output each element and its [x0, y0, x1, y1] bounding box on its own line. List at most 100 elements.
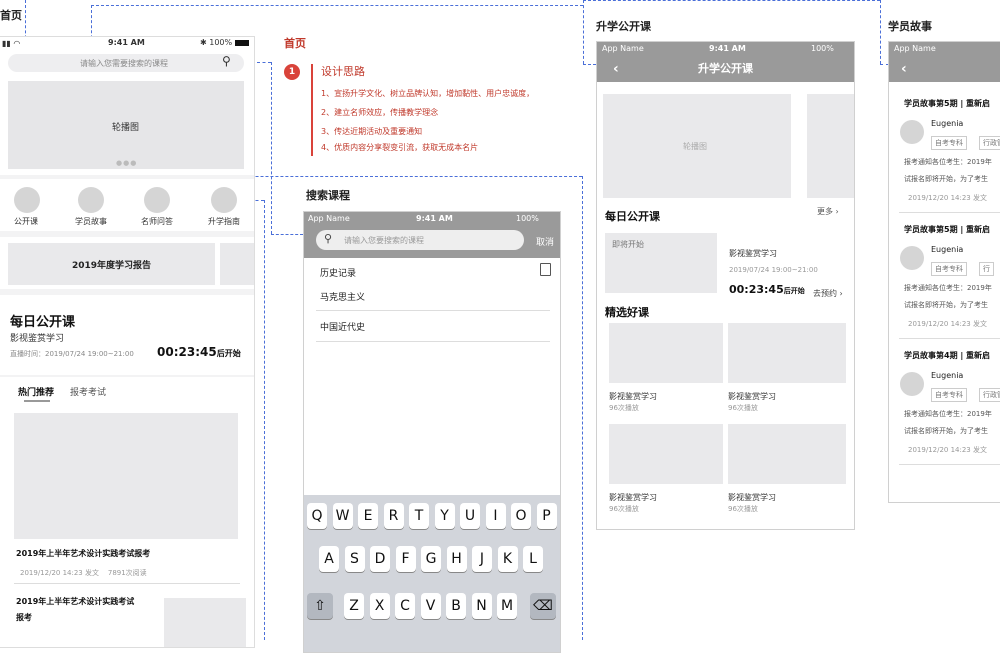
- backspace-key[interactable]: ⌫: [530, 593, 556, 619]
- nav-label[interactable]: 学员故事: [75, 216, 107, 227]
- back-icon[interactable]: ‹: [613, 56, 619, 82]
- story-meta: 2019/12/20 14:23 发文: [908, 446, 987, 454]
- author-name: Eugenia: [931, 245, 964, 254]
- key-n[interactable]: N: [471, 593, 492, 619]
- status-time: 9:41 AM: [108, 38, 145, 47]
- banner-label: 轮播图: [112, 123, 140, 133]
- tab-exam[interactable]: 报考考试: [70, 385, 106, 398]
- stories-screen: App Name ‹ 学员故事第5期 | 重新启 Eugenia 自考专科 行政…: [888, 41, 1000, 503]
- key-q[interactable]: Q: [307, 503, 327, 529]
- course-card-title[interactable]: 影视鉴赏学习: [609, 492, 657, 503]
- key-o[interactable]: O: [511, 503, 531, 529]
- report-card-next[interactable]: [220, 243, 254, 285]
- key-x[interactable]: X: [369, 593, 390, 619]
- nav-icon-qa[interactable]: [144, 187, 170, 213]
- banner-carousel[interactable]: 轮播图 ●●●: [8, 81, 244, 169]
- report-card[interactable]: 2019年度学习报告: [8, 243, 215, 285]
- key-a[interactable]: A: [319, 546, 339, 572]
- chevron-right-icon: ›: [835, 207, 839, 216]
- search-icon[interactable]: ⚲: [222, 54, 231, 68]
- nav-label[interactable]: 名师问答: [141, 216, 173, 227]
- search-input[interactable]: ⚲ 请输入您要搜索的课程: [316, 230, 524, 250]
- key-v[interactable]: V: [420, 593, 441, 619]
- story-post[interactable]: 学员故事第5期 | 重新启 Eugenia 自考专科 行 报考通知各位考生：20…: [889, 222, 1000, 342]
- frame-title-public-course: 升学公开课: [596, 20, 651, 33]
- story-title[interactable]: 学员故事第4期 | 重新启: [904, 350, 990, 361]
- key-f[interactable]: F: [395, 546, 416, 572]
- keyboard-row-2: ASDFGHJKL: [304, 546, 560, 576]
- key-g[interactable]: G: [421, 546, 441, 572]
- divider: [899, 212, 1000, 213]
- story-post[interactable]: 学员故事第4期 | 重新启 Eugenia 自考专科 行政管 报考通知各位考生：…: [889, 348, 1000, 468]
- search-bar[interactable]: 请输入您需要搜索的课程 ⚲: [8, 54, 244, 72]
- nav-icon-public-course[interactable]: [14, 187, 40, 213]
- key-l[interactable]: L: [523, 546, 543, 572]
- key-p[interactable]: P: [536, 503, 557, 529]
- shift-key[interactable]: ⇧: [307, 593, 333, 619]
- key-m[interactable]: M: [497, 593, 517, 619]
- course-card-title[interactable]: 影视鉴赏学习: [609, 391, 657, 402]
- key-j[interactable]: J: [472, 546, 492, 572]
- key-t[interactable]: T: [409, 503, 429, 529]
- back-icon[interactable]: ‹: [901, 56, 907, 82]
- course-card-image[interactable]: [609, 424, 723, 484]
- nav-icon-stories[interactable]: [78, 187, 104, 213]
- story-title[interactable]: 学员故事第5期 | 重新启: [904, 224, 990, 235]
- app-name: App Name: [894, 44, 936, 53]
- key-r[interactable]: R: [383, 503, 404, 529]
- section-title-daily: 每日公开课: [605, 210, 660, 223]
- course-title[interactable]: 影视鉴赏学习: [729, 248, 777, 259]
- key-y[interactable]: Y: [434, 503, 455, 529]
- nav-icon-guide[interactable]: [211, 187, 237, 213]
- key-w[interactable]: W: [332, 503, 353, 529]
- key-z[interactable]: Z: [344, 593, 364, 619]
- author-name: Eugenia: [931, 119, 964, 128]
- divider: [899, 464, 1000, 465]
- upcoming-thumb[interactable]: 即将开始: [605, 233, 717, 293]
- key-c[interactable]: C: [395, 593, 415, 619]
- notes-list: 1、宣扬升学文化、树立品牌认知，增加黏性、用户忠诚度， 2、建立名师效应，传播教…: [321, 88, 581, 158]
- banner-next[interactable]: [807, 94, 854, 198]
- nav-label[interactable]: 公开课: [14, 216, 38, 227]
- status-bar: App Name 9:41 AM 100%: [304, 212, 560, 226]
- history-item[interactable]: 中国近代史: [320, 320, 365, 333]
- key-b[interactable]: B: [446, 593, 466, 619]
- signal-icon: ▮▮ ◠: [2, 39, 21, 48]
- connector-line: [583, 0, 584, 64]
- course-card-image[interactable]: [728, 424, 846, 484]
- nav-label[interactable]: 升学指南: [208, 216, 240, 227]
- cancel-button[interactable]: 取消: [536, 235, 554, 248]
- report-card-label: 2019年度学习报告: [72, 261, 152, 271]
- course-card-image[interactable]: [728, 323, 846, 383]
- course-card-title[interactable]: 影视鉴赏学习: [728, 391, 776, 402]
- tab-underline: [24, 400, 50, 402]
- status-bar: App Name: [889, 42, 1000, 56]
- key-k[interactable]: K: [497, 546, 518, 572]
- key-d[interactable]: D: [370, 546, 390, 572]
- article-title[interactable]: 2019年上半年艺术设计实践考试: [16, 596, 134, 607]
- tab-hot[interactable]: 热门推荐: [18, 385, 54, 398]
- article-image[interactable]: [14, 413, 238, 539]
- key-s[interactable]: S: [344, 546, 365, 572]
- story-title[interactable]: 学员故事第5期 | 重新启: [904, 98, 990, 109]
- course-card-title[interactable]: 影视鉴赏学习: [728, 492, 776, 503]
- section-title-featured: 精选好课: [605, 306, 649, 319]
- key-i[interactable]: I: [485, 503, 506, 529]
- course-card-image[interactable]: [609, 323, 723, 383]
- page-title: 升学公开课: [698, 62, 753, 75]
- article-title[interactable]: 2019年上半年艺术设计实践考试报考: [16, 548, 150, 559]
- key-u[interactable]: U: [460, 503, 480, 529]
- course-time: 2019/07/24 19:00~21:00: [729, 266, 818, 274]
- key-h[interactable]: H: [446, 546, 467, 572]
- story-post[interactable]: 学员故事第5期 | 重新启 Eugenia 自考专科 行政管 报考通知各位考生：…: [889, 96, 1000, 216]
- article-title-line2[interactable]: 报考: [16, 612, 32, 623]
- history-item[interactable]: 马克思主义: [320, 290, 365, 303]
- course-card-plays: 96次播放: [609, 505, 639, 513]
- article-thumb[interactable]: [164, 598, 246, 647]
- book-button[interactable]: 去预约 ›: [813, 288, 843, 299]
- story-excerpt-line2: 试报名即将开始，为了考生: [904, 301, 988, 309]
- trash-icon[interactable]: [540, 263, 551, 276]
- key-e[interactable]: E: [358, 503, 378, 529]
- banner-carousel[interactable]: 轮播图: [603, 94, 791, 198]
- more-link[interactable]: 更多 ›: [817, 206, 839, 217]
